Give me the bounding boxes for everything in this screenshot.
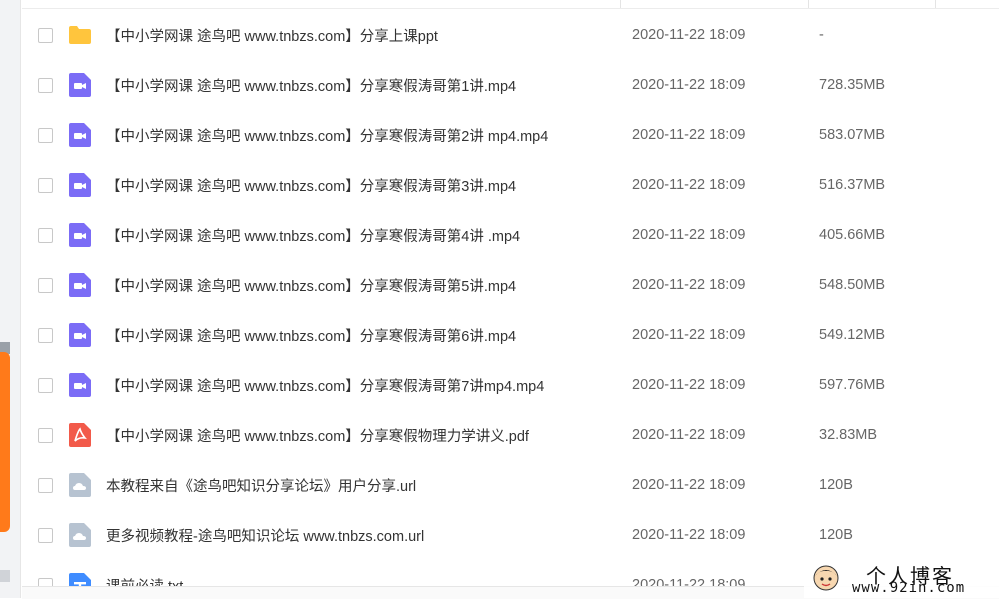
modified-date: 2020-11-22 18:09: [632, 77, 746, 93]
row-checkbox[interactable]: [38, 127, 53, 143]
file-size: 120B: [819, 527, 853, 543]
modified-date: 2020-11-22 18:09: [632, 427, 746, 443]
video-icon: [68, 373, 92, 397]
file-row[interactable]: 【中小学网课 途鸟吧 www.tnbzs.com】分享寒假涛哥第5讲.mp4 20…: [22, 260, 999, 310]
file-row[interactable]: 【中小学网课 途鸟吧 www.tnbzs.com】分享上课ppt 2020-11-…: [22, 10, 999, 60]
row-checkbox[interactable]: [38, 377, 53, 393]
file-name[interactable]: 更多视频教程-途鸟吧知识论坛 www.tnbzs.com.url: [106, 525, 424, 546]
video-icon: [68, 273, 92, 297]
file-name[interactable]: 【中小学网课 途鸟吧 www.tnbzs.com】分享寒假涛哥第3讲.mp4: [106, 175, 516, 196]
modified-date: 2020-11-22 18:09: [632, 127, 746, 143]
file-size: 516.37MB: [819, 177, 886, 193]
file-row[interactable]: 【中小学网课 途鸟吧 www.tnbzs.com】分享寒假涛哥第3讲.mp4 20…: [22, 160, 999, 210]
file-size: 548.50MB: [819, 277, 886, 293]
file-name[interactable]: 【中小学网课 途鸟吧 www.tnbzs.com】分享寒假涛哥第1讲.mp4: [106, 75, 516, 96]
watermark: 个人博客 www.92in.com: [804, 558, 999, 598]
column-divider-size[interactable]: [808, 0, 809, 8]
video-icon: [68, 173, 92, 197]
row-checkbox[interactable]: [38, 427, 53, 443]
file-row[interactable]: 本教程来自《途鸟吧知识分享论坛》用户分享.url 2020-11-22 18:09…: [22, 460, 999, 510]
file-size: 549.12MB: [819, 327, 886, 343]
video-icon: [68, 223, 92, 247]
column-divider-date[interactable]: [620, 0, 621, 8]
modified-date: 2020-11-22 18:09: [632, 177, 746, 193]
file-size: 120B: [819, 477, 853, 493]
left-panel-handle[interactable]: [0, 570, 10, 582]
file-name[interactable]: 【中小学网课 途鸟吧 www.tnbzs.com】分享上课ppt: [106, 25, 438, 46]
row-checkbox[interactable]: [38, 227, 53, 243]
file-row[interactable]: 【中小学网课 途鸟吧 www.tnbzs.com】分享寒假涛哥第6讲.mp4 20…: [22, 310, 999, 360]
row-checkbox[interactable]: [38, 477, 53, 493]
row-checkbox[interactable]: [38, 27, 53, 43]
video-icon: [68, 73, 92, 97]
file-size: 32.83MB: [819, 427, 878, 443]
file-row[interactable]: 【中小学网课 途鸟吧 www.tnbzs.com】分享寒假物理力学讲义.pdf 2…: [22, 410, 999, 460]
folder-icon: [68, 23, 92, 47]
modified-date: 2020-11-22 18:09: [632, 477, 746, 493]
modified-date: 2020-11-22 18:09: [632, 277, 746, 293]
modified-date: 2020-11-22 18:09: [632, 27, 746, 43]
video-icon: [68, 123, 92, 147]
modified-date: 2020-11-22 18:09: [632, 327, 746, 343]
cartoon-avatar-icon: [813, 565, 839, 591]
file-name[interactable]: 【中小学网课 途鸟吧 www.tnbzs.com】分享寒假涛哥第6讲.mp4: [106, 325, 516, 346]
file-size: 597.76MB: [819, 377, 886, 393]
watermark-url: www.92in.com: [852, 580, 966, 596]
file-size: -: [819, 27, 824, 43]
link-file-icon: [68, 473, 92, 497]
file-name[interactable]: 本教程来自《途鸟吧知识分享论坛》用户分享.url: [106, 475, 416, 496]
row-checkbox[interactable]: [38, 177, 53, 193]
header-divider: [22, 8, 999, 9]
modified-date: 2020-11-22 18:09: [632, 377, 746, 393]
file-name[interactable]: 【中小学网课 途鸟吧 www.tnbzs.com】分享寒假涛哥第2讲 mp4.m…: [106, 125, 548, 146]
row-checkbox[interactable]: [38, 77, 53, 93]
file-size: 728.35MB: [819, 77, 886, 93]
modified-date: 2020-11-22 18:09: [632, 527, 746, 543]
file-row[interactable]: 【中小学网课 途鸟吧 www.tnbzs.com】分享寒假涛哥第4讲 .mp4 2…: [22, 210, 999, 260]
file-size: 583.07MB: [819, 127, 886, 143]
row-checkbox[interactable]: [38, 527, 53, 543]
left-accent-bar: [0, 352, 10, 532]
file-name[interactable]: 【中小学网课 途鸟吧 www.tnbzs.com】分享寒假涛哥第4讲 .mp4: [106, 225, 520, 246]
pdf-icon: [68, 423, 92, 447]
file-row[interactable]: 更多视频教程-途鸟吧知识论坛 www.tnbzs.com.url 2020-11-…: [22, 510, 999, 560]
file-name[interactable]: 【中小学网课 途鸟吧 www.tnbzs.com】分享寒假物理力学讲义.pdf: [106, 425, 529, 446]
file-row[interactable]: 【中小学网课 途鸟吧 www.tnbzs.com】分享寒假涛哥第7讲mp4.mp…: [22, 360, 999, 410]
link-file-icon: [68, 523, 92, 547]
row-checkbox[interactable]: [38, 277, 53, 293]
row-checkbox[interactable]: [38, 327, 53, 343]
file-list: 【中小学网课 途鸟吧 www.tnbzs.com】分享上课ppt 2020-11-…: [22, 10, 999, 610]
file-name[interactable]: 【中小学网课 途鸟吧 www.tnbzs.com】分享寒假涛哥第7讲mp4.mp…: [106, 375, 544, 396]
file-row[interactable]: 【中小学网课 途鸟吧 www.tnbzs.com】分享寒假涛哥第2讲 mp4.m…: [22, 110, 999, 160]
column-divider-end[interactable]: [935, 0, 936, 8]
modified-date: 2020-11-22 18:09: [632, 227, 746, 243]
file-name[interactable]: 【中小学网课 途鸟吧 www.tnbzs.com】分享寒假涛哥第5讲.mp4: [106, 275, 516, 296]
file-row[interactable]: 【中小学网课 途鸟吧 www.tnbzs.com】分享寒假涛哥第1讲.mp4 20…: [22, 60, 999, 110]
video-icon: [68, 323, 92, 347]
file-size: 405.66MB: [819, 227, 886, 243]
